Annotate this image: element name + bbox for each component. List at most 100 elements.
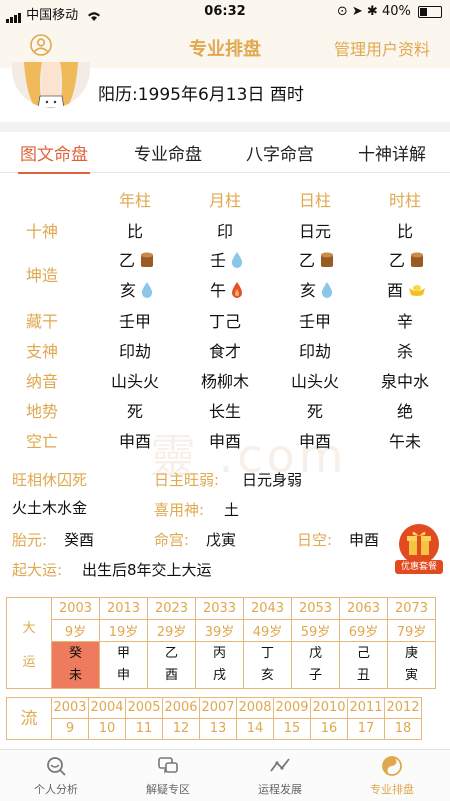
water-icon — [320, 281, 334, 303]
tiangan-cell: 乙 — [112, 247, 162, 273]
qiyun-value: 出生后8年交上大运 — [82, 561, 212, 579]
dayun-year: 2073 — [387, 597, 436, 620]
avatar[interactable] — [12, 62, 90, 108]
dizhi-char: 亥 — [299, 281, 316, 300]
dizhi-cell: 亥 — [112, 277, 162, 303]
liunian-year[interactable]: 2004 — [88, 697, 126, 719]
wood-icon — [139, 251, 155, 273]
liunian-table: 流 2003 2004 2005 2006 2007 2008 2009 201… — [6, 697, 422, 740]
rikong-label: 日空: — [297, 531, 333, 549]
tab-fortune-trend[interactable]: 运程发展 — [224, 754, 336, 797]
dayun-age: 39岁 — [195, 619, 244, 642]
dayun-age: 59岁 — [291, 619, 340, 642]
kongwang-value: 申酉 — [118, 432, 151, 451]
canggan-value: 丁己 — [208, 312, 241, 331]
liunian-label: 流 — [6, 697, 52, 740]
liunian-year[interactable]: 2005 — [125, 697, 163, 719]
chart-tabs: 图文命盘 专业命盘 八字命宫 十神详解 — [0, 132, 450, 174]
dayun-year: 2003 — [51, 597, 100, 620]
xiyong-label: 喜用神: — [154, 501, 205, 519]
liunian-age: 12 — [162, 718, 200, 740]
tiangan-char: 乙 — [388, 251, 405, 270]
tab-personal-analysis[interactable]: 个人分析 — [0, 754, 112, 797]
liunian-year[interactable]: 2010 — [310, 697, 348, 719]
row-label-shishen: 十神 — [26, 222, 59, 241]
liunian-year[interactable]: 2007 — [199, 697, 237, 719]
liunian-age: 16 — [310, 718, 348, 740]
row-label-kongwang: 空亡 — [26, 432, 59, 451]
dayun-age: 29岁 — [147, 619, 196, 642]
dizhi-char: 午 — [209, 281, 226, 300]
shishen-value: 比 — [126, 222, 143, 241]
promo-package-button[interactable]: 优惠套餐 — [395, 524, 443, 576]
wangxiang-label: 旺相休囚死 — [12, 471, 88, 489]
battery-percent: 40% — [381, 4, 411, 19]
gift-icon — [399, 524, 439, 564]
zhishen-value: 食才 — [208, 342, 241, 361]
liunian-year[interactable]: 2011 — [347, 697, 385, 719]
liunian-age: 11 — [125, 718, 163, 740]
liunian-year[interactable]: 2003 — [51, 697, 89, 719]
nayin-value: 山头火 — [290, 372, 339, 391]
tiangan-char: 壬 — [209, 251, 226, 270]
dishi-value: 死 — [306, 402, 323, 421]
dayun-ganzhi[interactable]: 丁亥 — [243, 641, 292, 689]
water-icon — [230, 251, 244, 273]
dizhi-char: 酉 — [386, 281, 403, 300]
dayun-ganzhi[interactable]: 己丑 — [339, 641, 388, 689]
manage-profile-link[interactable]: 管理用户资料 — [334, 36, 430, 60]
taiyuan-value: 癸酉 — [64, 531, 95, 549]
column-header: 日柱 — [298, 191, 331, 210]
liunian-year[interactable]: 2009 — [273, 697, 311, 719]
nayin-value: 山头火 — [110, 372, 159, 391]
row-label-dishi: 地势 — [26, 402, 59, 421]
tab-bazi-minggong[interactable]: 八字命宫 — [246, 140, 314, 165]
xiyong-value: 土 — [224, 501, 240, 519]
tiangan-cell: 壬 — [202, 247, 252, 273]
dayun-ganzhi[interactable]: 丙戌 — [195, 641, 244, 689]
liunian-year[interactable]: 2006 — [162, 697, 200, 719]
liunian-year[interactable]: 2012 — [384, 697, 422, 719]
tab-tuwen-mingpan[interactable]: 图文命盘 — [18, 140, 90, 174]
tiangan-cell: 乙 — [292, 247, 342, 273]
dayun-ganzhi[interactable]: 庚寅 — [387, 641, 436, 689]
zhishen-value: 印劫 — [118, 342, 151, 361]
nayin-value: 杨柳木 — [200, 372, 249, 391]
tab-professional-chart[interactable]: 专业排盘 — [336, 754, 448, 797]
tab-label: 运程发展 — [258, 783, 302, 796]
dayun-year: 2043 — [243, 597, 292, 620]
dayun-year: 2023 — [147, 597, 196, 620]
dayun-ganzhi[interactable]: 甲申 — [99, 641, 148, 689]
bluetooth-icon: ✱ — [366, 4, 378, 19]
tiangan-char: 乙 — [298, 251, 315, 270]
liunian-age: 15 — [273, 718, 311, 740]
liunian-year[interactable]: 2008 — [236, 697, 274, 719]
dizhi-cell: 亥 — [292, 277, 342, 303]
bottom-tab-bar: 个人分析 解疑专区 运程发展 专业排盘 — [0, 749, 450, 801]
shishen-value: 日元 — [298, 222, 331, 241]
dayun-age: 9岁 — [51, 619, 100, 642]
dayun-age: 79岁 — [387, 619, 436, 642]
row-label-nayin: 纳音 — [26, 372, 59, 391]
lock-rotation-icon: ⊙ — [336, 4, 348, 19]
dayun-ganzhi[interactable]: 乙酉 — [147, 641, 196, 689]
dayun-ganzhi[interactable]: 戊子 — [291, 641, 340, 689]
tab-qa-zone[interactable]: 解疑专区 — [112, 754, 224, 797]
liunian-age: 14 — [236, 718, 274, 740]
minggong-value: 戊寅 — [206, 531, 237, 549]
row-label-canggan: 藏干 — [26, 312, 59, 331]
kongwang-value: 午未 — [388, 432, 421, 451]
canggan-value: 辛 — [396, 312, 413, 331]
dayun-table: 大运 2003 2013 2023 2033 2043 2053 2063 20… — [6, 597, 436, 689]
dayun-age: 19岁 — [99, 619, 148, 642]
dayun-label: 大运 — [6, 597, 52, 689]
dayun-ganzhi-selected[interactable]: 癸未 — [51, 641, 100, 689]
tab-zhuanye-mingpan[interactable]: 专业命盘 — [134, 140, 202, 165]
rikong-value: 申酉 — [349, 531, 380, 549]
canggan-value: 壬甲 — [298, 312, 331, 331]
wood-icon — [319, 251, 335, 273]
dayun-year: 2063 — [339, 597, 388, 620]
dishi-value: 绝 — [396, 402, 413, 421]
tab-shishen-xiangjie[interactable]: 十神详解 — [358, 140, 426, 165]
dayun-year: 2013 — [99, 597, 148, 620]
